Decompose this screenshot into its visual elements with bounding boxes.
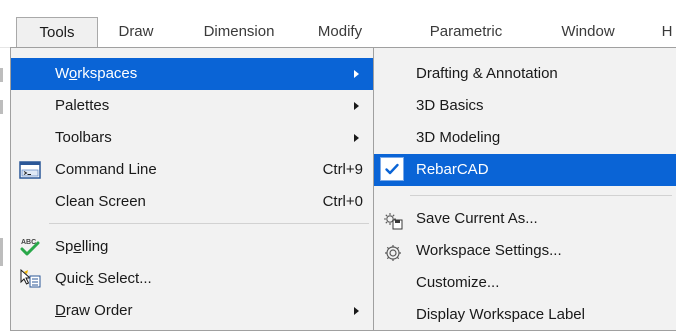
- menu-item-draw-order[interactable]: Draw Order: [11, 295, 373, 327]
- menu-item-label: Command Line: [55, 161, 157, 178]
- menu-item-palettes[interactable]: Palettes: [11, 90, 373, 122]
- shortcut-label: Ctrl+0: [322, 193, 363, 210]
- menubar-dimension[interactable]: Dimension: [184, 17, 294, 47]
- workspace-3d-modeling[interactable]: 3D Modeling: [374, 122, 676, 154]
- menu-item-label: 3D Modeling: [416, 129, 501, 146]
- submenu-arrow-icon: [354, 102, 359, 110]
- menu-item-label: Draw Order: [55, 302, 133, 319]
- workspace-rebarcad[interactable]: RebarCAD: [374, 154, 676, 186]
- customize[interactable]: Customize...: [374, 267, 676, 299]
- menu-item-label: Customize...: [416, 274, 500, 291]
- shortcut-label: Ctrl+9: [322, 161, 363, 178]
- menubar-modify[interactable]: Modify: [300, 17, 380, 47]
- save-workspace-icon: [383, 210, 405, 230]
- menu-item-label: RebarCAD: [416, 161, 489, 178]
- workspace-settings[interactable]: Workspace Settings...: [374, 235, 676, 267]
- save-current-as[interactable]: Save Current As...: [374, 203, 676, 235]
- display-workspace-label[interactable]: Display Workspace Label: [374, 299, 676, 331]
- menu-item-label: 3D Basics: [416, 97, 484, 114]
- menu-item-command-line[interactable]: Command Line Ctrl+9: [11, 154, 373, 186]
- background-edge: [0, 100, 3, 114]
- menubar-tools[interactable]: Tools: [16, 17, 98, 47]
- quick-select-icon: [19, 268, 41, 289]
- tools-menu: Workspaces Palettes Toolbars Command Lin…: [10, 47, 374, 331]
- menu-item-label: Quick Select...: [55, 270, 152, 287]
- workspace-drafting-annotation[interactable]: Drafting & Annotation: [374, 58, 676, 90]
- menu-separator: [49, 223, 369, 224]
- submenu-arrow-icon: [354, 307, 359, 315]
- menu-item-label: Save Current As...: [416, 210, 538, 227]
- menu-item-clean-screen[interactable]: Clean Screen Ctrl+0: [11, 186, 373, 218]
- svg-text:ABC: ABC: [21, 239, 36, 246]
- checkmark-icon: [380, 157, 404, 181]
- menu-item-toolbars[interactable]: Toolbars: [11, 122, 373, 154]
- submenu-arrow-icon: [354, 134, 359, 142]
- menu-item-quick-select[interactable]: Quick Select...: [11, 263, 373, 295]
- menu-item-label: Spelling: [55, 238, 109, 255]
- menu-item-label: Workspaces: [55, 65, 138, 82]
- menu-item-spelling[interactable]: ABC Spelling: [11, 231, 373, 263]
- command-line-icon: [19, 160, 41, 180]
- settings-gear-icon: [383, 242, 405, 262]
- menu-separator: [410, 195, 672, 196]
- menu-item-label: Clean Screen: [55, 193, 146, 210]
- menu-item-label: Display Workspace Label: [416, 306, 585, 323]
- menu-item-label: Palettes: [55, 97, 110, 114]
- menubar-parametric[interactable]: Parametric: [416, 17, 516, 47]
- menu-bar: Tools Draw Dimension Modify Parametric W…: [0, 0, 676, 48]
- menubar-window[interactable]: Window: [546, 17, 630, 47]
- background-edge: [0, 68, 3, 82]
- workspace-3d-basics[interactable]: 3D Basics: [374, 90, 676, 122]
- spell-check-icon: ABC: [19, 237, 41, 257]
- submenu-arrow-icon: [354, 70, 359, 78]
- menu-item-label: Workspace Settings...: [416, 242, 562, 259]
- menubar-draw[interactable]: Draw: [105, 17, 167, 47]
- menu-item-label: Toolbars: [55, 129, 112, 146]
- workspaces-submenu: Drafting & Annotation 3D Basics 3D Model…: [373, 47, 676, 331]
- menu-item-label: Drafting & Annotation: [416, 65, 558, 82]
- menu-item-workspaces[interactable]: Workspaces: [11, 58, 373, 90]
- menubar-help[interactable]: H: [657, 17, 676, 47]
- background-edge: [0, 238, 3, 266]
